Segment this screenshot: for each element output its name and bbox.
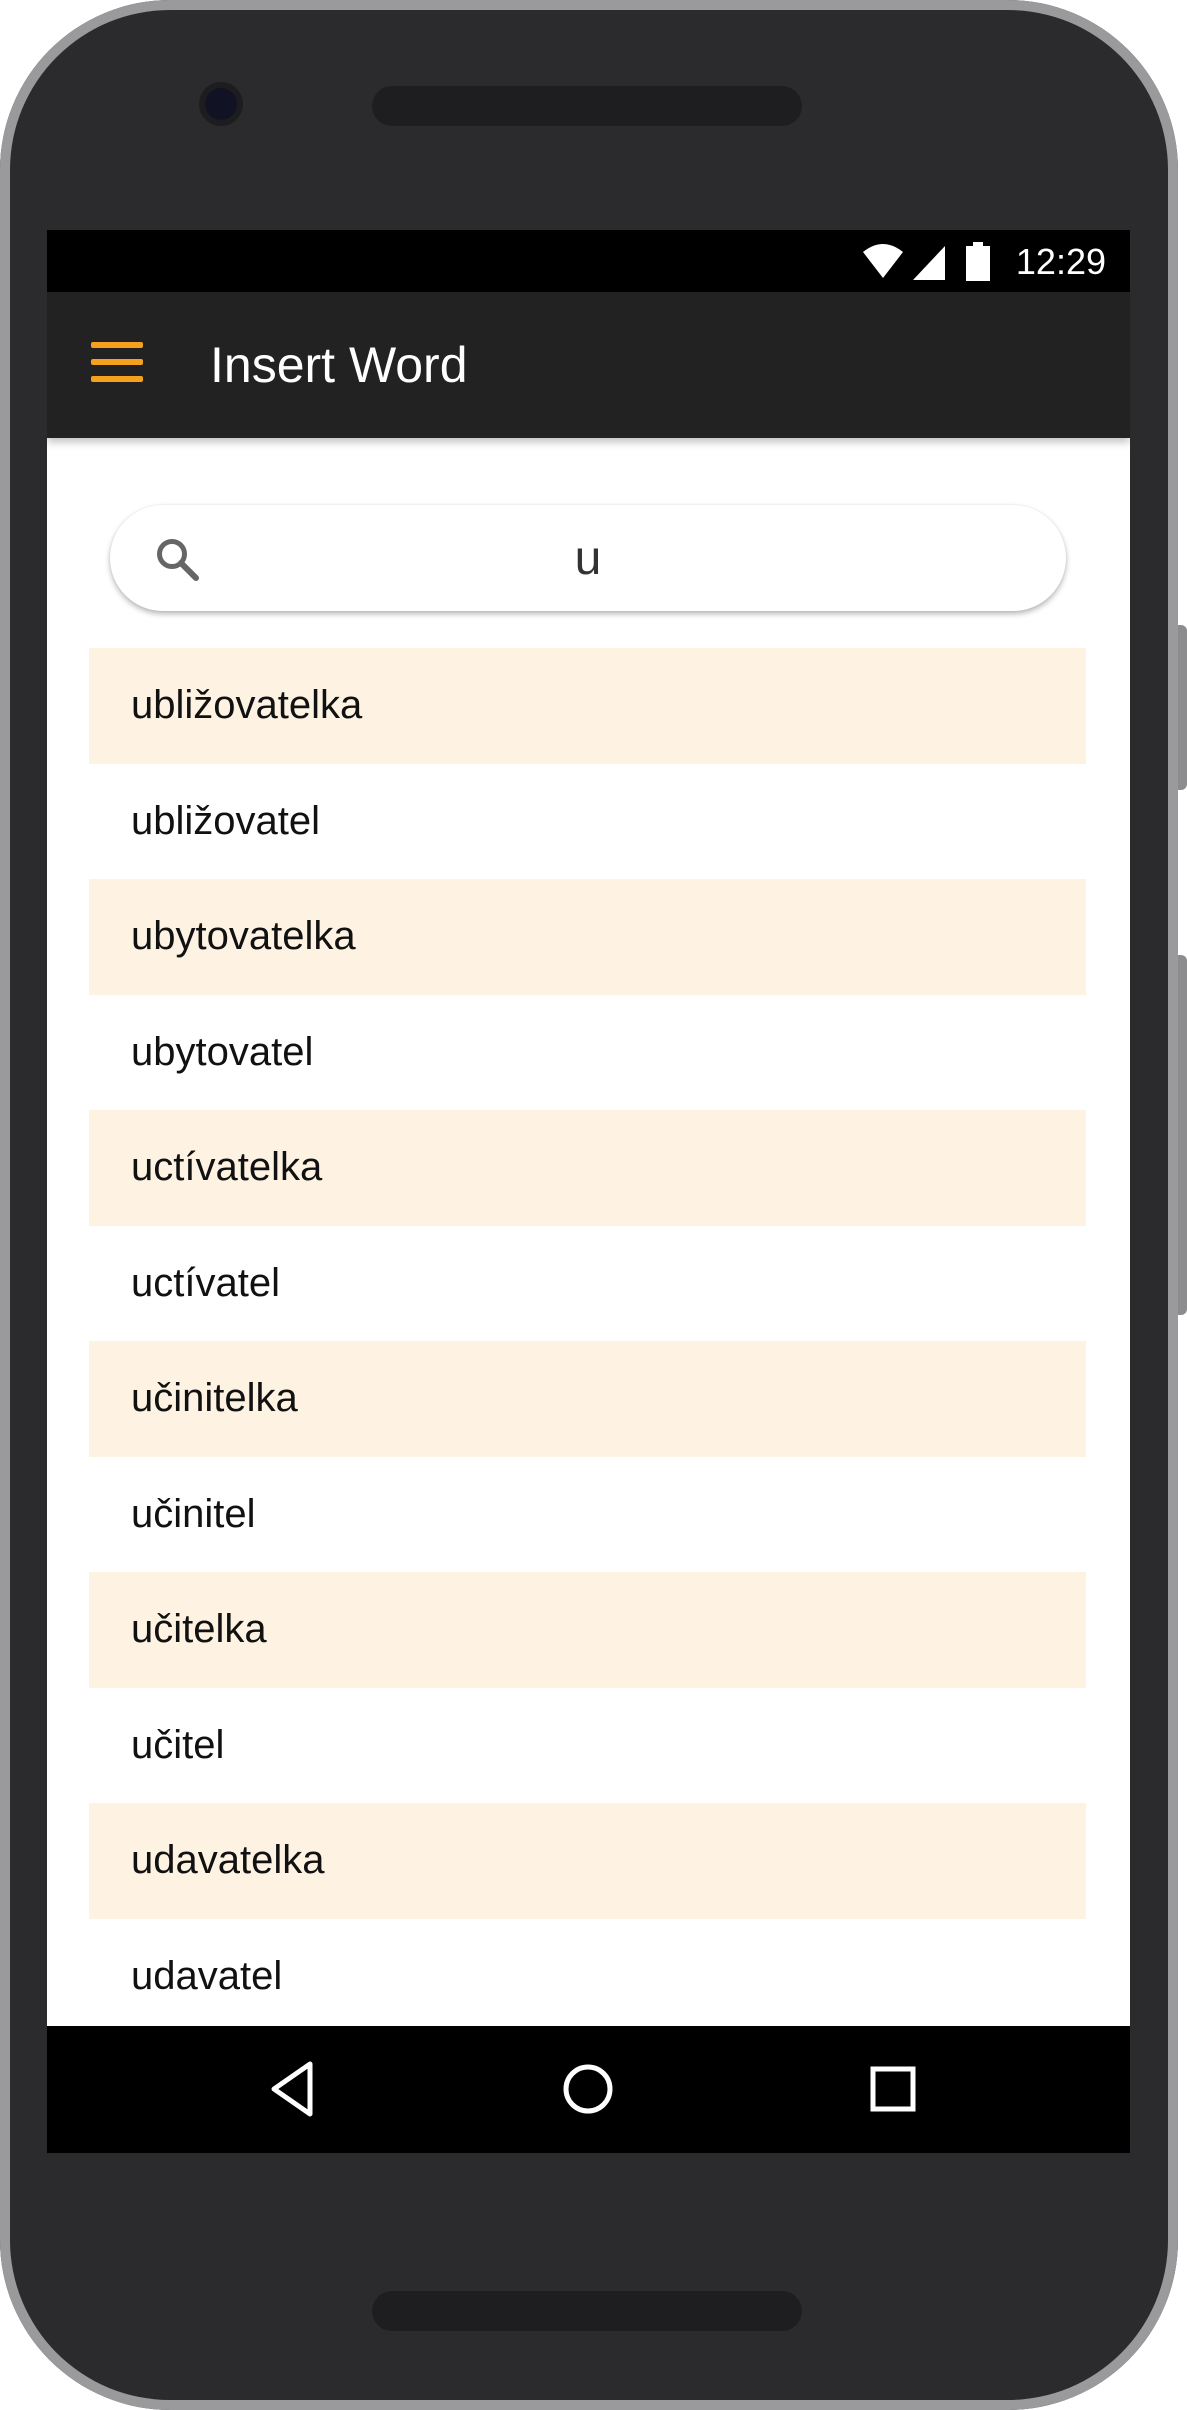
bottom-speaker bbox=[372, 2291, 802, 2331]
front-camera bbox=[205, 88, 237, 120]
cell-signal-icon bbox=[913, 246, 945, 280]
status-bar: 12:29 bbox=[47, 230, 1130, 292]
navigation-bar bbox=[47, 2026, 1130, 2153]
search-input[interactable] bbox=[220, 505, 956, 611]
list-item[interactable]: ubytovatel bbox=[89, 995, 1086, 1111]
list-item[interactable]: ubytovatelka bbox=[89, 879, 1086, 995]
app-bar: Insert Word bbox=[47, 292, 1130, 438]
screen: 12:29 Insert Word ubližovatelka ubližova… bbox=[47, 230, 1130, 2153]
list-item[interactable]: učinitelka bbox=[89, 1341, 1086, 1457]
list-item[interactable]: ubližovatel bbox=[89, 764, 1086, 880]
status-time: 12:29 bbox=[1015, 241, 1106, 282]
search-bar[interactable] bbox=[110, 505, 1066, 611]
list-item[interactable]: uctívatel bbox=[89, 1226, 1086, 1342]
word-list: ubližovatelka ubližovatel ubytovatelka u… bbox=[89, 648, 1086, 2034]
back-icon[interactable] bbox=[260, 2056, 326, 2122]
list-item[interactable]: učinitel bbox=[89, 1457, 1086, 1573]
search-icon bbox=[157, 539, 199, 581]
list-item[interactable]: uctívatelka bbox=[89, 1110, 1086, 1226]
hamburger-menu-icon[interactable] bbox=[91, 342, 143, 382]
power-button bbox=[1178, 955, 1187, 1315]
battery-icon bbox=[966, 242, 990, 281]
volume-button bbox=[1178, 625, 1187, 790]
home-icon[interactable] bbox=[555, 2056, 621, 2122]
list-item[interactable]: udavatel bbox=[89, 1919, 1086, 2035]
list-item[interactable]: udavatelka bbox=[89, 1803, 1086, 1919]
recents-icon[interactable] bbox=[860, 2056, 926, 2122]
list-item[interactable]: učitelka bbox=[89, 1572, 1086, 1688]
wifi-icon bbox=[863, 244, 903, 278]
earpiece-speaker bbox=[372, 86, 802, 126]
list-item[interactable]: ubližovatelka bbox=[89, 648, 1086, 764]
page-title: Insert Word bbox=[210, 337, 468, 393]
phone-frame: 12:29 Insert Word ubližovatelka ubližova… bbox=[0, 0, 1187, 2410]
list-item[interactable]: učitel bbox=[89, 1688, 1086, 1804]
